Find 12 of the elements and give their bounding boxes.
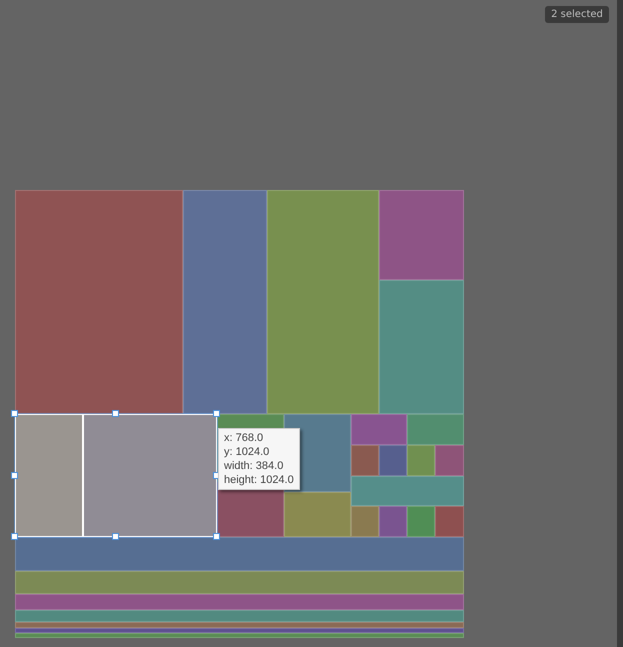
resize-handle[interactable] [112,410,119,417]
tooltip-line: x: 768.0 [224,431,264,445]
resize-handle[interactable] [11,410,18,417]
tooltip-line: height: 1024.0 [224,473,294,487]
resize-handle[interactable] [213,410,220,417]
resize-handle[interactable] [11,533,18,540]
selection-count-badge: 2 selected [545,6,609,23]
tooltip-line: y: 1024.0 [224,445,270,459]
resize-handle[interactable] [112,533,119,540]
resize-handle[interactable] [213,533,220,540]
tooltip-line: width: 384.0 [224,459,284,473]
resize-handle[interactable] [11,472,18,478]
